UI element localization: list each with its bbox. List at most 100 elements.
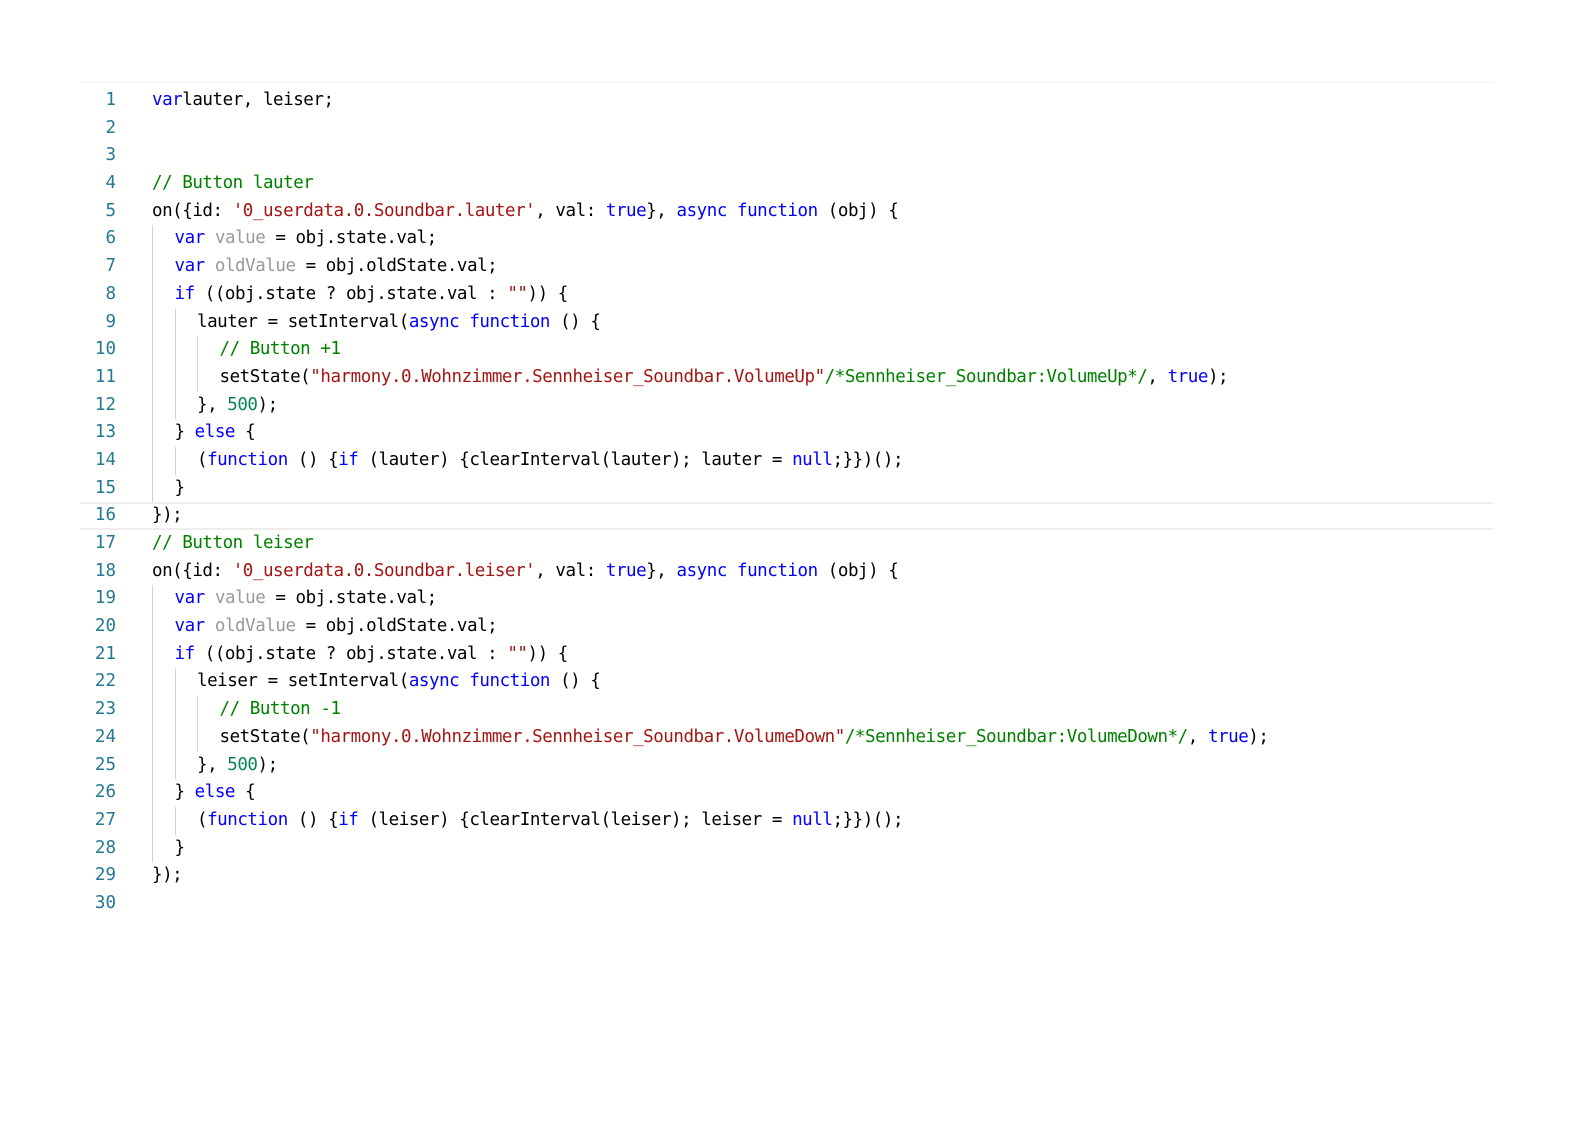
code-line[interactable]: 10 // Button +1 bbox=[80, 336, 1493, 364]
line-number: 16 bbox=[94, 505, 116, 526]
code-text: } else { bbox=[175, 779, 256, 807]
line-number: 29 bbox=[94, 865, 116, 886]
code-line[interactable]: 15} bbox=[80, 474, 1493, 503]
code-text: varlauter, leiser; bbox=[152, 87, 334, 115]
line-number: 22 bbox=[94, 671, 116, 692]
indent-guide bbox=[152, 363, 153, 392]
code-line[interactable]: 25}, 500); bbox=[80, 751, 1493, 780]
code-token: }, bbox=[646, 200, 677, 221]
code-token: ((obj.state ? obj.state.val : bbox=[194, 643, 508, 664]
indent-guide bbox=[152, 446, 153, 475]
code-line[interactable]: 2 bbox=[80, 115, 1493, 143]
code-line[interactable]: 21 if ((obj.state ? obj.state.val : "")) … bbox=[80, 640, 1493, 669]
indent-guide bbox=[152, 668, 153, 697]
code-line[interactable]: 26} else { bbox=[80, 779, 1493, 807]
code-token: }); bbox=[152, 505, 183, 526]
code-token: true bbox=[605, 200, 647, 221]
line-number: 6 bbox=[105, 228, 116, 249]
code-token: () { bbox=[550, 311, 601, 332]
code-text: }, 500); bbox=[197, 752, 278, 780]
code-token: } bbox=[174, 782, 195, 803]
code-token: var bbox=[174, 588, 206, 609]
code-line[interactable]: 19 var value = obj.state.val; bbox=[80, 585, 1493, 614]
code-token: value bbox=[214, 588, 266, 609]
code-token: () { bbox=[550, 671, 601, 692]
line-number: 30 bbox=[94, 892, 116, 913]
indent-guide bbox=[152, 696, 153, 724]
indent-guide bbox=[152, 751, 153, 780]
code-token: // Button -1 bbox=[219, 699, 341, 720]
indent-guide bbox=[174, 696, 176, 724]
code-editor[interactable]: 1 varlauter, leiser; 2 3 4// Button lauter 5 o… bbox=[80, 82, 1493, 913]
code-token: '0_userdata.0.Soundbar.lauter' bbox=[232, 200, 536, 221]
code-line[interactable]: 29}); bbox=[80, 862, 1493, 890]
code-token: } bbox=[174, 837, 186, 858]
code-line[interactable]: 3 bbox=[80, 142, 1493, 170]
code-line[interactable]: 18 on({id: '0_userdata.0.Soundbar.leiser'… bbox=[80, 558, 1493, 586]
code-token: value bbox=[214, 228, 266, 249]
line-number: 26 bbox=[94, 782, 116, 803]
code-text: }, 500); bbox=[197, 392, 278, 420]
indent-guide bbox=[152, 806, 153, 835]
indent-guide bbox=[152, 391, 153, 420]
code-token: async function bbox=[676, 560, 818, 581]
code-text: leiser = setInterval(async function () { bbox=[197, 668, 601, 696]
code-line[interactable]: 11 setState("harmony.0.Wohnzimmer.Sennhei… bbox=[80, 363, 1493, 392]
code-token: ((obj.state ? obj.state.val : bbox=[194, 283, 508, 304]
code-token: ); bbox=[1248, 726, 1269, 747]
indent-guide bbox=[152, 723, 153, 752]
code-line[interactable]: 4 // Button lauter bbox=[80, 170, 1493, 198]
indent-guide bbox=[152, 280, 153, 309]
code-line[interactable]: 28} bbox=[80, 834, 1493, 863]
code-token: } bbox=[174, 477, 186, 498]
code-token: { bbox=[235, 782, 256, 803]
code-line[interactable]: 8 if ((obj.state ? obj.state.val : "")) { bbox=[80, 280, 1493, 309]
code-line[interactable]: 16}); bbox=[80, 502, 1493, 530]
code-token: lauter = setInterval( bbox=[197, 311, 409, 332]
line-number: 18 bbox=[94, 560, 116, 581]
code-token: var bbox=[152, 90, 183, 110]
code-text: }); bbox=[152, 862, 183, 890]
code-token: ); bbox=[1207, 366, 1229, 387]
code-line[interactable]: 22 leiser = setInterval(async function ()… bbox=[80, 668, 1493, 697]
indent-guide bbox=[152, 613, 153, 641]
code-line[interactable]: 27 (function () {if (leiser) {clearInterv… bbox=[80, 806, 1493, 835]
code-line[interactable]: 24 setState("harmony.0.Wohnzimmer.Sennhei… bbox=[80, 723, 1493, 752]
code-line[interactable]: 12}, 500); bbox=[80, 391, 1493, 420]
code-token: , val: bbox=[535, 200, 606, 221]
code-line[interactable]: 30 bbox=[80, 890, 1493, 913]
indent-guide bbox=[197, 336, 198, 364]
code-text: var oldValue = obj.oldState.val; bbox=[175, 613, 498, 641]
code-token: // Button lauter bbox=[152, 173, 314, 194]
indent-guide bbox=[174, 806, 176, 835]
code-line[interactable]: 23 // Button -1 bbox=[80, 696, 1493, 724]
indent-guide bbox=[152, 779, 153, 807]
code-line[interactable]: 1 varlauter, leiser; bbox=[80, 87, 1493, 115]
code-line[interactable]: 5 on({id: '0_userdata.0.Soundbar.lauter',… bbox=[80, 198, 1493, 226]
line-number: 27 bbox=[94, 809, 116, 830]
code-line[interactable]: 17 // Button leiser bbox=[80, 530, 1493, 558]
code-token: = obj.state.val; bbox=[265, 228, 437, 249]
indent-guide bbox=[174, 363, 176, 392]
indent-guide bbox=[174, 446, 176, 475]
indent-guide bbox=[152, 419, 153, 447]
code-token: oldValue bbox=[214, 256, 296, 277]
code-token: else bbox=[194, 782, 236, 803]
code-token: () { bbox=[287, 449, 339, 470]
indent-guide bbox=[174, 668, 176, 697]
code-line[interactable]: 6 var value = obj.state.val; bbox=[80, 225, 1493, 254]
code-token: setState( bbox=[219, 366, 311, 387]
code-token: , bbox=[1147, 366, 1168, 387]
code-token: 500 bbox=[227, 754, 258, 775]
indent-guide bbox=[197, 696, 198, 724]
code-token: "" bbox=[507, 283, 528, 304]
code-line[interactable]: 7 var oldValue = obj.oldState.val; bbox=[80, 253, 1493, 281]
code-line[interactable]: 9 lauter = setInterval(async function () … bbox=[80, 308, 1493, 337]
code-line[interactable]: 13} else { bbox=[80, 419, 1493, 447]
code-token: ( bbox=[197, 449, 208, 470]
code-token: "harmony.0.Wohnzimmer.Sennheiser_Soundba… bbox=[310, 726, 845, 747]
line-number: 5 bbox=[105, 200, 116, 221]
code-line[interactable]: 14 (function () {if (lauter) {clearInterv… bbox=[80, 446, 1493, 475]
code-line[interactable]: 20 var oldValue = obj.oldState.val; bbox=[80, 613, 1493, 641]
